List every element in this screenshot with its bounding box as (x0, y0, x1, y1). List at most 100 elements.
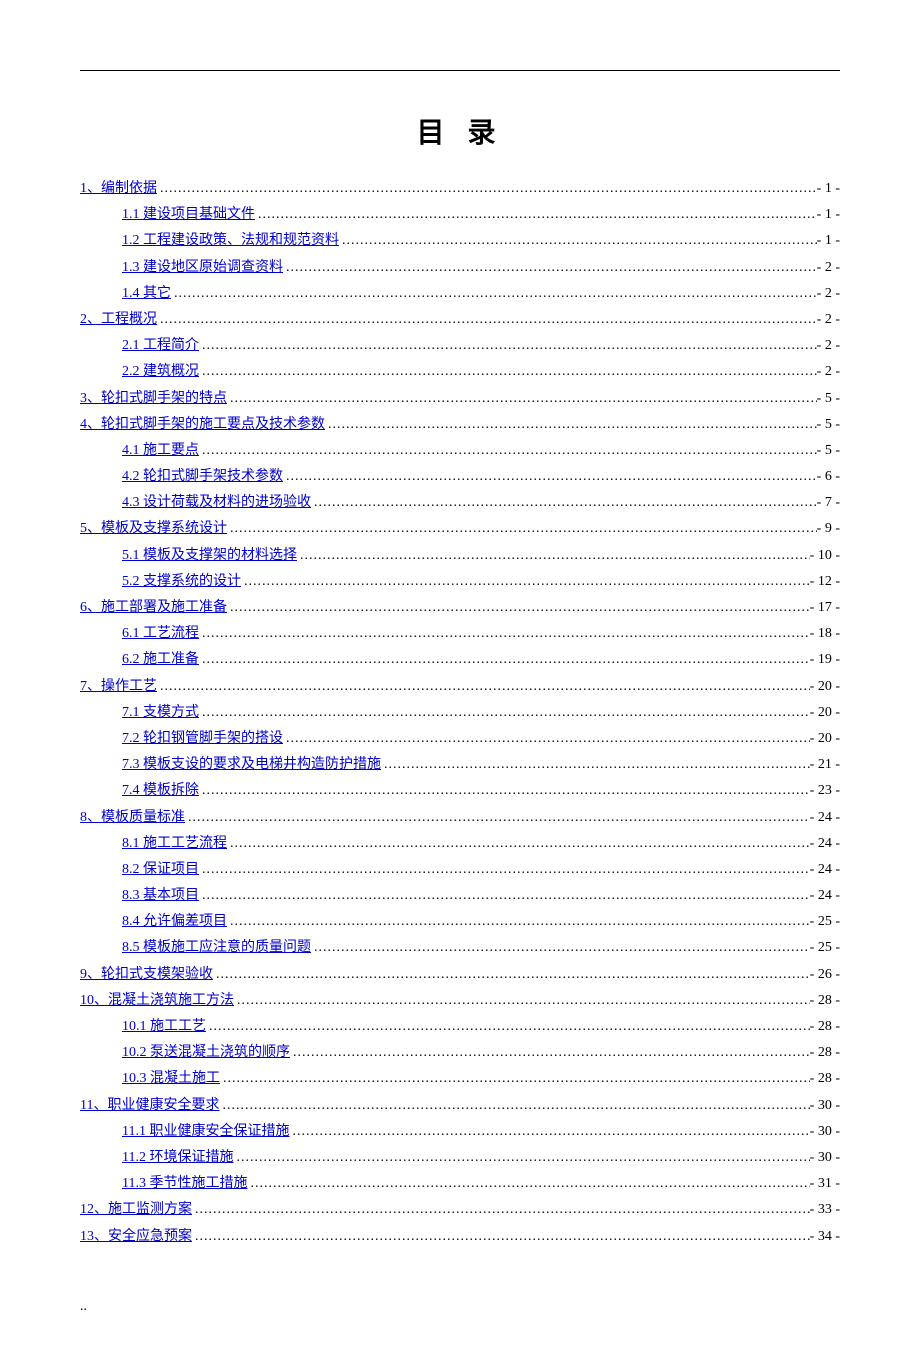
toc-link[interactable]: 3、轮扣式脚手架的特点 (80, 386, 227, 411)
toc-page-number: - 33 - (810, 1197, 840, 1222)
toc-link[interactable]: 1.1 建设项目基础文件 (122, 202, 255, 227)
toc-link[interactable]: 4.1 施工要点 (122, 438, 199, 463)
toc-link[interactable]: 1、编制依据 (80, 176, 157, 201)
toc-link[interactable]: 6、施工部署及施工准备 (80, 595, 227, 620)
toc-page-number: - 21 - (810, 752, 840, 777)
toc-link[interactable]: 4.3 设计荷载及材料的进场验收 (122, 490, 311, 515)
toc-link[interactable]: 7.4 模板拆除 (122, 778, 199, 803)
toc-leader-dots (199, 857, 810, 882)
toc-page-number: - 5 - (817, 386, 840, 411)
toc-link[interactable]: 1.4 其它 (122, 281, 171, 306)
toc-entry: 10.3 混凝土施工 - 28 - (80, 1066, 840, 1091)
toc-link[interactable]: 9、轮扣式支模架验收 (80, 962, 213, 987)
toc-link[interactable]: 2.1 工程简介 (122, 333, 199, 358)
toc-link[interactable]: 7、操作工艺 (80, 674, 157, 699)
toc-entry: 11.1 职业健康安全保证措施- 30 - (80, 1119, 840, 1144)
toc-leader-dots (311, 490, 817, 515)
toc-link[interactable]: 8.1 施工工艺流程 (122, 831, 227, 856)
toc-entry: 9、轮扣式支模架验收 - 26 - (80, 962, 840, 987)
toc-entry: 2、工程概况 - 2 - (80, 307, 840, 332)
toc-leader-dots (192, 1197, 810, 1222)
toc-link[interactable]: 1.3 建设地区原始调查资料 (122, 255, 283, 280)
toc-link[interactable]: 12、施工监测方案 (80, 1197, 192, 1222)
toc-link[interactable]: 1.2 工程建设政策、法规和规范资料 (122, 228, 339, 253)
toc-link[interactable]: 4、轮扣式脚手架的施工要点及技术参数 (80, 412, 325, 437)
toc-leader-dots (381, 752, 810, 777)
toc-page-number: - 2 - (817, 359, 840, 384)
toc-page-number: - 24 - (810, 857, 840, 882)
toc-link[interactable]: 5.2 支撑系统的设计 (122, 569, 241, 594)
toc-entry: 8.5 模板施工应注意的质量问题 - 25 - (80, 935, 840, 960)
toc-entry: 4.2 轮扣式脚手架技术参数- 6 - (80, 464, 840, 489)
toc-entry: 1.3 建设地区原始调查资料 - 2 - (80, 255, 840, 280)
toc-leader-dots (311, 935, 810, 960)
toc-link[interactable]: 8.5 模板施工应注意的质量问题 (122, 935, 311, 960)
toc-page-number: - 1 - (817, 202, 840, 227)
toc-leader-dots (227, 595, 810, 620)
toc-page-number: - 2 - (817, 307, 840, 332)
toc-link[interactable]: 7.1 支模方式 (122, 700, 199, 725)
toc-leader-dots (227, 909, 810, 934)
toc-link[interactable]: 10.2 泵送混凝土浇筑的顺序 (122, 1040, 290, 1065)
toc-page-number: - 28 - (810, 1066, 840, 1091)
toc-leader-dots (206, 1014, 810, 1039)
toc-entry: 7.2 轮扣钢管脚手架的搭设 - 20 - (80, 726, 840, 751)
toc-page-number: - 9 - (817, 516, 840, 541)
toc-link[interactable]: 11.3 季节性施工措施 (122, 1171, 247, 1196)
toc-page-number: - 7 - (817, 490, 840, 515)
toc-page-number: - 20 - (810, 674, 840, 699)
toc-link[interactable]: 2、工程概况 (80, 307, 157, 332)
toc-leader-dots (199, 438, 817, 463)
toc-link[interactable]: 10、混凝土浇筑施工方法 (80, 988, 234, 1013)
toc-link[interactable]: 6.1 工艺流程 (122, 621, 199, 646)
toc-link[interactable]: 13、安全应急预案 (80, 1224, 192, 1249)
toc-page-number: - 24 - (810, 831, 840, 856)
toc-leader-dots (219, 1093, 809, 1118)
toc-page-number: - 2 - (817, 255, 840, 280)
toc-entry: 7.3 模板支设的要求及电梯井构造防护措施 - 21 - (80, 752, 840, 777)
toc-page-number: - 5 - (817, 438, 840, 463)
toc-link[interactable]: 11、职业健康安全要求 (80, 1093, 219, 1118)
toc-entry: 4.1 施工要点 - 5 - (80, 438, 840, 463)
toc-page-number: - 30 - (810, 1093, 840, 1118)
header-divider (80, 70, 840, 71)
toc-link[interactable]: 8.4 允许偏差项目 (122, 909, 227, 934)
toc-page-number: - 25 - (810, 935, 840, 960)
toc-leader-dots (227, 386, 817, 411)
toc-entry: 8.2 保证项目 - 24 - (80, 857, 840, 882)
toc-leader-dots (290, 1040, 810, 1065)
toc-entry: 6.2 施工准备 - 19 - (80, 647, 840, 672)
toc-entry: 5、模板及支撑系统设计 - 9 - (80, 516, 840, 541)
toc-entry: 1.1 建设项目基础文件 - 1 - (80, 202, 840, 227)
toc-page-number: - 19 - (810, 647, 840, 672)
toc-leader-dots (241, 569, 810, 594)
toc-link[interactable]: 10.1 施工工艺 (122, 1014, 206, 1039)
toc-leader-dots (220, 1066, 810, 1091)
toc-link[interactable]: 7.3 模板支设的要求及电梯井构造防护措施 (122, 752, 381, 777)
toc-link[interactable]: 11.1 职业健康安全保证措施 (122, 1119, 289, 1144)
toc-link[interactable]: 7.2 轮扣钢管脚手架的搭设 (122, 726, 283, 751)
toc-leader-dots (283, 464, 817, 489)
toc-page-number: - 5 - (817, 412, 840, 437)
toc-page-number: - 12 - (810, 569, 840, 594)
toc-page-number: - 26 - (810, 962, 840, 987)
toc-link[interactable]: 10.3 混凝土施工 (122, 1066, 220, 1091)
toc-link[interactable]: 5.1 模板及支撑架的材料选择 (122, 543, 297, 568)
toc-link[interactable]: 8.3 基本项目 (122, 883, 199, 908)
toc-page-number: - 10 - (810, 543, 840, 568)
toc-link[interactable]: 6.2 施工准备 (122, 647, 199, 672)
toc-link[interactable]: 8、模板质量标准 (80, 805, 185, 830)
toc-leader-dots (199, 359, 817, 384)
toc-leader-dots (199, 700, 810, 725)
toc-page-number: - 24 - (810, 883, 840, 908)
toc-leader-dots (227, 516, 817, 541)
toc-link[interactable]: 2.2 建筑概况 (122, 359, 199, 384)
toc-page-number: - 20 - (810, 726, 840, 751)
toc-link[interactable]: 5、模板及支撑系统设计 (80, 516, 227, 541)
toc-leader-dots (199, 333, 817, 358)
toc-leader-dots (325, 412, 817, 437)
toc-entry: 6、施工部署及施工准备- 17 - (80, 595, 840, 620)
toc-link[interactable]: 8.2 保证项目 (122, 857, 199, 882)
toc-link[interactable]: 4.2 轮扣式脚手架技术参数 (122, 464, 283, 489)
toc-link[interactable]: 11.2 环境保证措施 (122, 1145, 233, 1170)
